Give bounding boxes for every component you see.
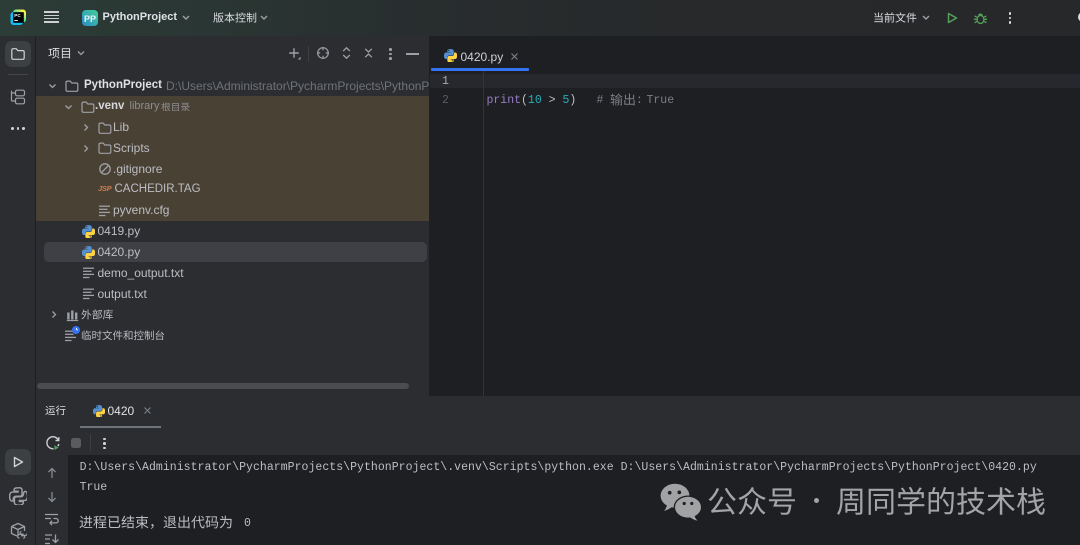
svg-text:PC: PC: [14, 13, 21, 18]
svg-text:PP: PP: [84, 14, 96, 24]
